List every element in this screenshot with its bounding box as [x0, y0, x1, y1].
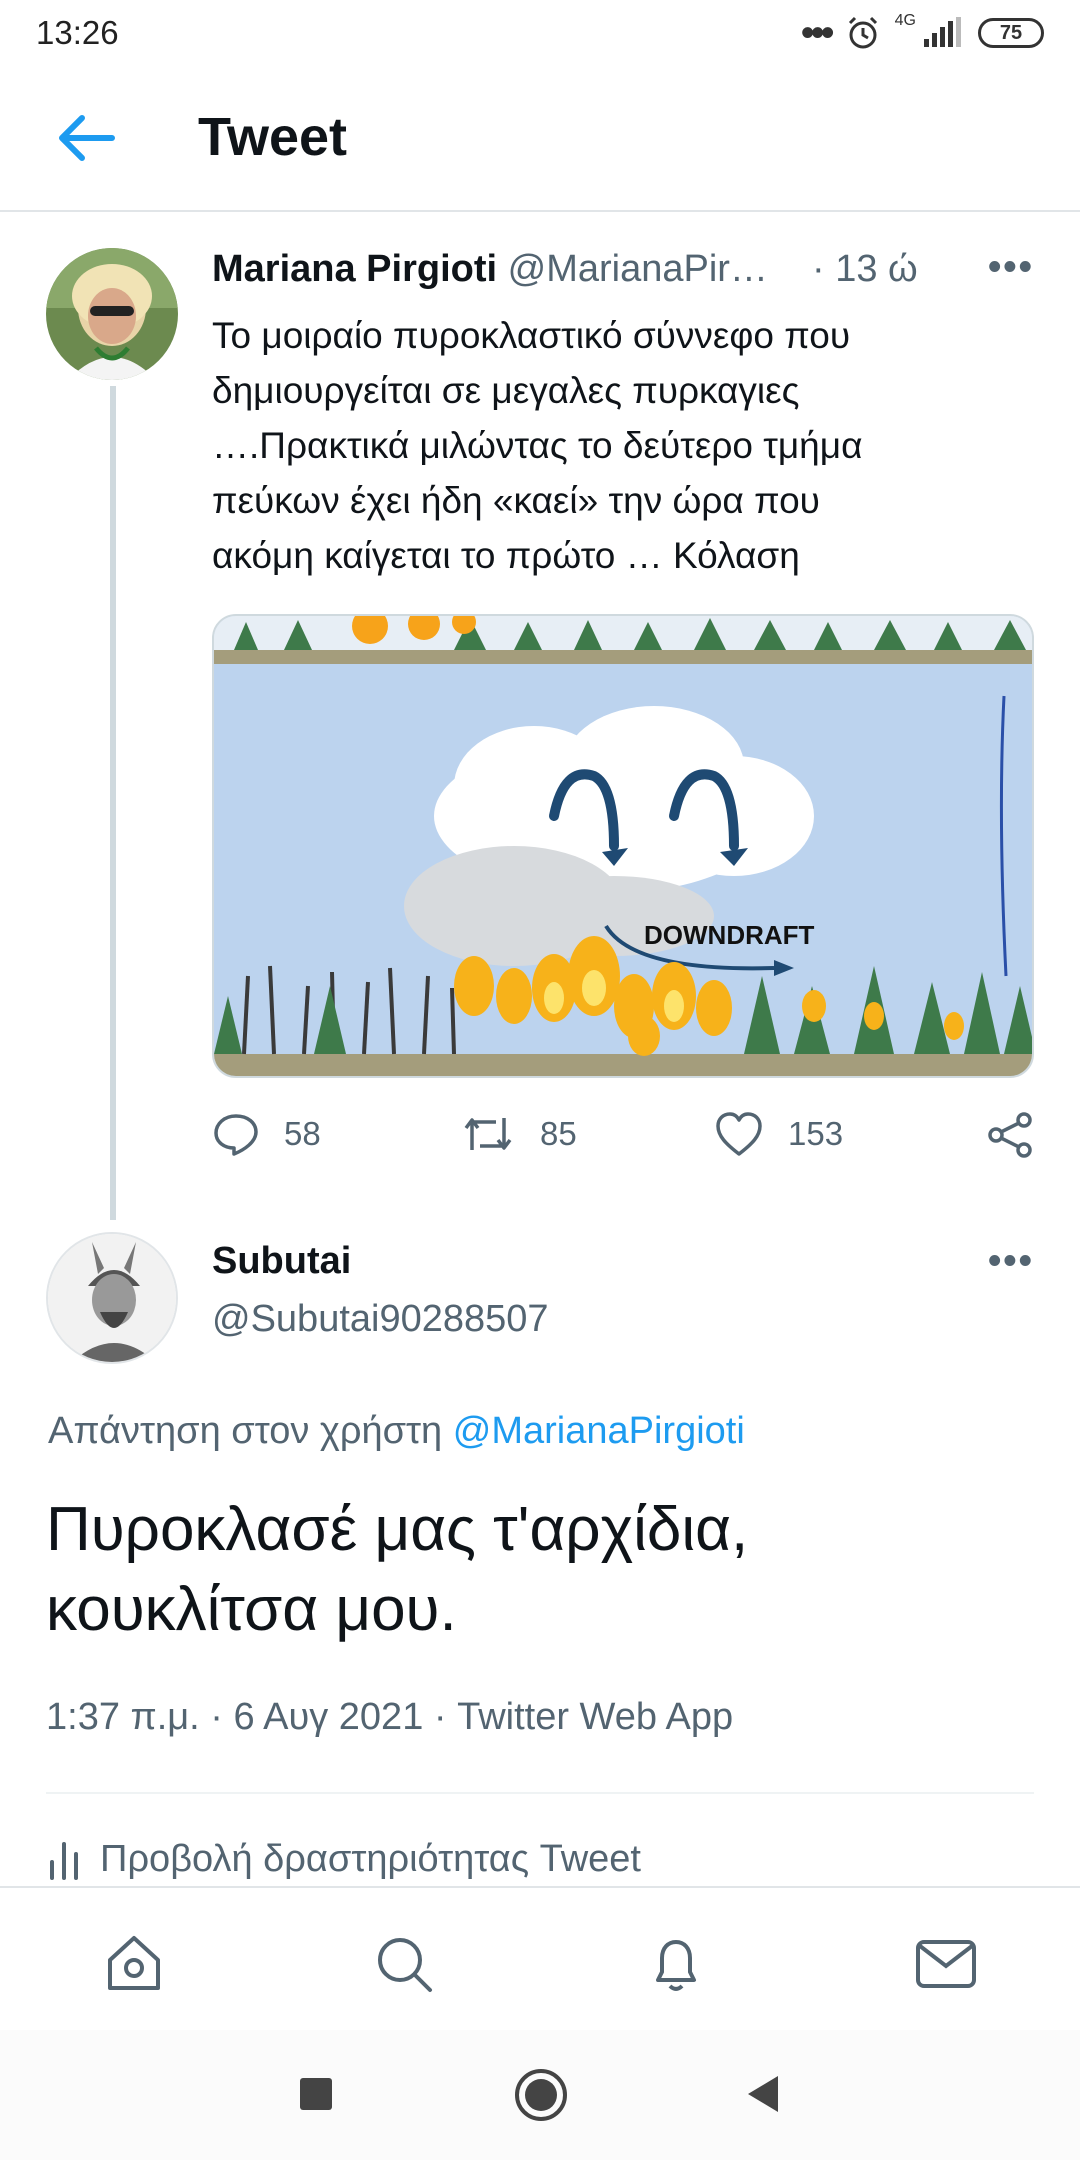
replying-prefix: Απάντηση στον χρήστη — [48, 1410, 443, 1452]
retweet-icon — [464, 1118, 512, 1150]
home-icon[interactable] — [102, 1932, 166, 1996]
notifications-icon[interactable] — [644, 1932, 708, 1996]
tweet1-author-name[interactable]: Mariana Pirgioti — [212, 248, 497, 290]
tweet2-meta: 1:37 π.μ. · 6 Αυγ 2021 · Twitter Web App — [46, 1696, 734, 1738]
like-button[interactable]: 153 — [714, 1110, 843, 1158]
like-count: 153 — [788, 1115, 844, 1152]
reply-icon — [214, 1114, 258, 1156]
back-arrow-icon[interactable] — [50, 108, 120, 168]
view-activity-label: Προβολή δραστηριότητας Tweet — [100, 1838, 641, 1880]
reply-count: 58 — [284, 1115, 321, 1152]
home-circle-icon[interactable] — [514, 2068, 568, 2122]
top-header: Tweet — [0, 66, 1080, 212]
divider — [46, 1792, 1034, 1794]
tweet1-media[interactable]: DOWNDRAFT — [212, 614, 1034, 1078]
pyrocumulus-illustration: DOWNDRAFT — [214, 616, 1032, 1076]
replying-handle-link[interactable]: @MarianaPirgioti — [453, 1410, 745, 1452]
tweet2-author-handle[interactable]: @Subutai90288507 — [212, 1298, 549, 1341]
page-title: Tweet — [198, 107, 348, 167]
media-downdraft-label: DOWNDRAFT — [644, 920, 815, 950]
messages-icon[interactable] — [914, 1932, 978, 1996]
tweet1-actions: 58 85 153 — [212, 1110, 1042, 1170]
retweet-count: 85 — [540, 1115, 577, 1152]
status-time: 13:26 — [36, 14, 119, 51]
tweet1-time: · 13 ώ — [812, 248, 918, 290]
thread-line — [110, 386, 116, 1220]
alarm-icon — [848, 16, 877, 49]
share-icon[interactable] — [986, 1110, 1036, 1160]
replying-to: Απάντηση στον χρήστη @MarianaPirgioti — [48, 1410, 745, 1453]
tweet2-more-icon[interactable]: ••• — [988, 1240, 1034, 1283]
tweet2-author-name[interactable]: Subutai — [212, 1240, 351, 1283]
back-triangle-icon[interactable] — [742, 2072, 782, 2116]
like-icon — [716, 1112, 762, 1156]
status-bar: 13:26 ••• 4G 75 — [0, 0, 1080, 66]
tweet2-text: Πυροκλασέ μας τ'αρχίδια, κουκλίτσα μου. — [46, 1495, 749, 1644]
notification-dots-icon: ••• — [800, 11, 835, 55]
recents-icon[interactable] — [296, 2074, 336, 2114]
search-icon[interactable] — [372, 1932, 436, 1996]
activity-icon — [50, 1841, 78, 1880]
reply-button[interactable]: 58 — [212, 1110, 321, 1158]
avatar-image — [48, 1234, 176, 1362]
system-navigation — [0, 2030, 1080, 2160]
tweet1-text: Το μοιραίο πυροκλαστικό σύννεφο που δημι… — [212, 315, 863, 576]
avatar-subutai[interactable] — [46, 1232, 178, 1364]
avatar-mariana[interactable] — [46, 248, 178, 380]
battery-indicator: 75 — [978, 18, 1044, 48]
status-icons: ••• 4G 75 — [801, 12, 1044, 54]
tweet1-more-icon[interactable]: ••• — [988, 246, 1034, 289]
retweet-button[interactable]: 85 — [460, 1110, 577, 1158]
bottom-navigation — [0, 1886, 1080, 2030]
avatar-image — [46, 248, 178, 380]
view-activity-link[interactable]: Προβολή δραστηριότητας Tweet — [46, 1838, 641, 1881]
signal-icon — [924, 17, 961, 47]
network-label: 4G — [894, 12, 916, 29]
tweet1-author-handle[interactable]: @MarianaPir… — [508, 248, 768, 290]
